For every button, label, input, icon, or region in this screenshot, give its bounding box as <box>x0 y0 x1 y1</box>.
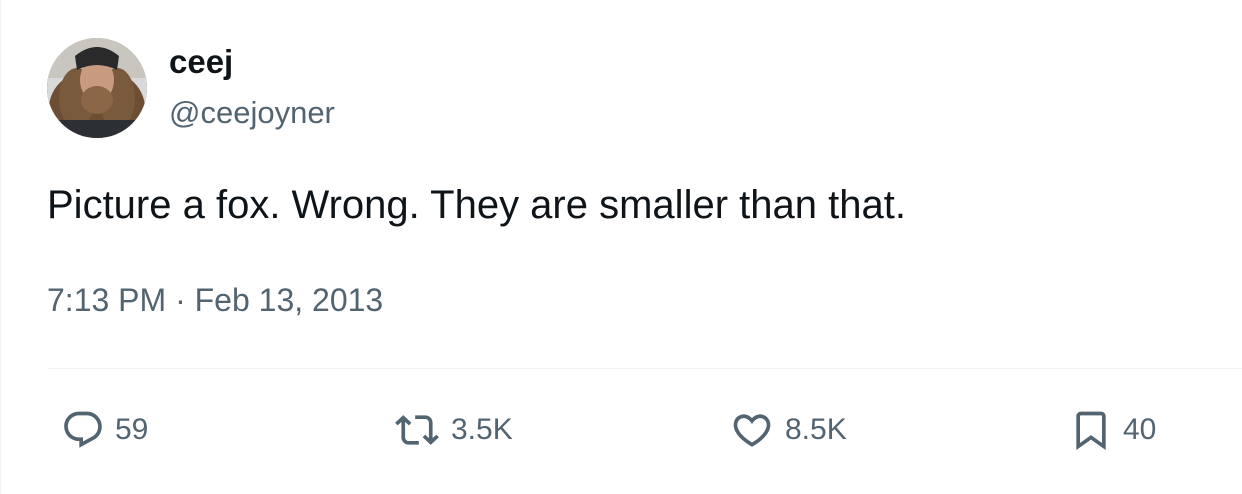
divider <box>47 368 1242 369</box>
reply-icon <box>61 408 105 452</box>
retweet-count: 3.5K <box>451 413 513 446</box>
heart-icon <box>729 408 775 452</box>
tweet-text: Picture a fox. Wrong. They are smaller t… <box>47 183 906 227</box>
display-name[interactable]: ceej <box>169 42 233 82</box>
retweet-icon <box>393 408 441 452</box>
avatar[interactable] <box>47 38 147 138</box>
bookmark-count: 40 <box>1123 413 1157 446</box>
user-handle[interactable]: @ceejoyner <box>169 93 335 133</box>
bookmark-button[interactable]: 40 <box>1069 405 1156 455</box>
retweet-button[interactable]: 3.5K <box>393 405 513 455</box>
like-button[interactable]: 8.5K <box>729 405 847 455</box>
avatar-image <box>47 38 147 138</box>
like-count: 8.5K <box>785 413 847 446</box>
tweet-card: ceej @ceejoyner Picture a fox. Wrong. Th… <box>0 0 1242 494</box>
reply-count: 59 <box>115 413 149 446</box>
reply-button[interactable]: 59 <box>61 405 148 455</box>
bookmark-icon <box>1069 407 1113 453</box>
tweet-timestamp[interactable]: 7:13 PM · Feb 13, 2013 <box>47 280 383 320</box>
